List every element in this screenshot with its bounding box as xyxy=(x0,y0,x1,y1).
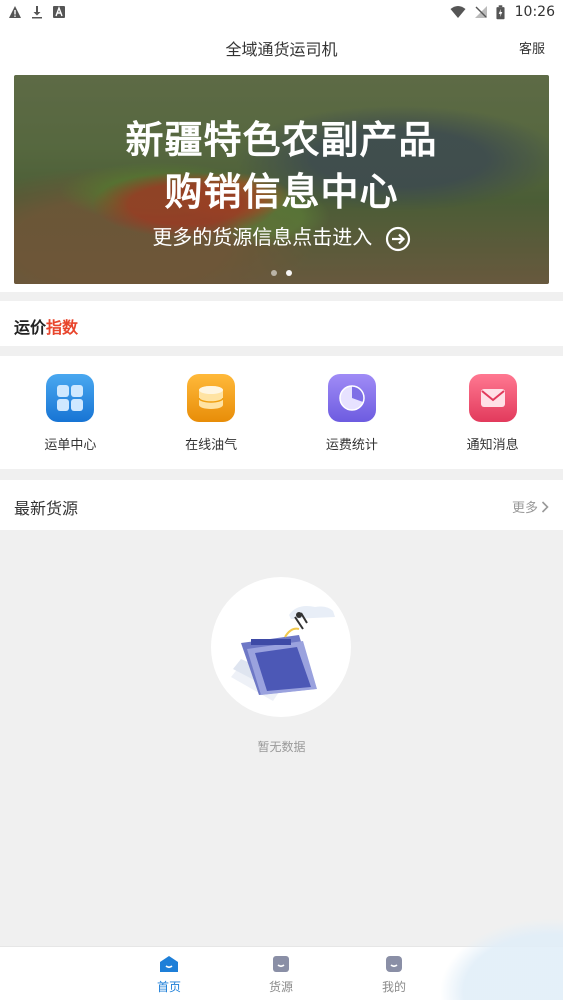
quick-actions: 运单中心 在线油气 运费统计 通知消息 xyxy=(0,356,563,469)
action-label: 通知消息 xyxy=(466,438,519,453)
freight-index-label: 运价 xyxy=(14,318,47,337)
carousel-dot[interactable] xyxy=(271,270,277,276)
status-bar: 10:26 xyxy=(0,0,563,24)
action-label: 在线油气 xyxy=(185,438,238,453)
tab-cargo[interactable]: 货源 xyxy=(251,955,311,995)
cargo-icon xyxy=(273,956,289,972)
freight-stats-button[interactable]: 运费统计 xyxy=(282,356,423,469)
freight-index-highlight: 指数 xyxy=(46,318,79,337)
pie-chart-icon xyxy=(327,374,376,422)
online-fuel-button[interactable]: 在线油气 xyxy=(141,356,282,469)
carousel-dots xyxy=(14,270,549,276)
freight-index-title: 运价指数 xyxy=(14,314,78,338)
grid-icon xyxy=(46,374,95,422)
promo-banner[interactable]: 新疆特色农副产品 购销信息中心 更多的货源信息点击进入 xyxy=(14,75,549,284)
banner-section: 新疆特色农副产品 购销信息中心 更多的货源信息点击进入 xyxy=(0,70,563,292)
empty-folder-illustration xyxy=(211,577,351,717)
banner-title-line1: 新疆特色农副产品 xyxy=(125,118,438,162)
no-signal-icon xyxy=(474,6,487,18)
chevron-right-icon xyxy=(541,500,549,513)
page-title: 全域通货运司机 xyxy=(225,40,338,59)
corner-decoration xyxy=(439,918,563,1000)
banner-cta: 更多的货源信息点击进入 xyxy=(14,221,549,252)
empty-state: 暂无数据 xyxy=(0,530,563,946)
arrow-right-circle-icon xyxy=(385,226,410,251)
action-label: 运单中心 xyxy=(44,438,97,453)
waybill-center-button[interactable]: 运单中心 xyxy=(0,356,141,469)
tab-profile[interactable]: 我的 xyxy=(364,955,424,995)
tab-label: 货源 xyxy=(268,980,293,994)
tab-home[interactable]: 首页 xyxy=(139,955,199,995)
banner-cta-text: 更多的货源信息点击进入 xyxy=(152,225,373,249)
app-notification-icon xyxy=(53,6,65,18)
freight-index-section[interactable]: 运价指数 xyxy=(0,301,563,346)
more-link[interactable]: 更多 xyxy=(512,497,549,516)
home-icon xyxy=(160,956,178,972)
profile-icon xyxy=(386,956,402,972)
bottom-tab-bar: 首页 货源 我的 xyxy=(0,918,563,1000)
battery-icon xyxy=(496,4,505,19)
more-label: 更多 xyxy=(511,501,538,516)
latest-cargo-header: 最新货源 更多 xyxy=(0,480,563,530)
banner-title-line2: 购销信息中心 xyxy=(164,170,399,214)
warning-icon xyxy=(9,6,21,18)
app-header: 全域通货运司机 客服 xyxy=(0,24,563,70)
tab-label: 我的 xyxy=(381,980,406,994)
notifications-button[interactable]: 通知消息 xyxy=(422,356,563,469)
download-icon xyxy=(32,6,42,19)
mail-icon xyxy=(468,374,517,422)
empty-message: 暂无数据 xyxy=(257,740,306,754)
section-title: 最新货源 xyxy=(14,499,79,518)
customer-service-button[interactable]: 客服 xyxy=(519,38,545,57)
action-label: 运费统计 xyxy=(325,438,378,453)
tab-label: 首页 xyxy=(156,980,181,994)
clock-time: 10:26 xyxy=(514,4,555,20)
fuel-tank-icon xyxy=(187,374,236,422)
carousel-dot-active[interactable] xyxy=(286,270,292,276)
wifi-icon xyxy=(450,6,466,18)
